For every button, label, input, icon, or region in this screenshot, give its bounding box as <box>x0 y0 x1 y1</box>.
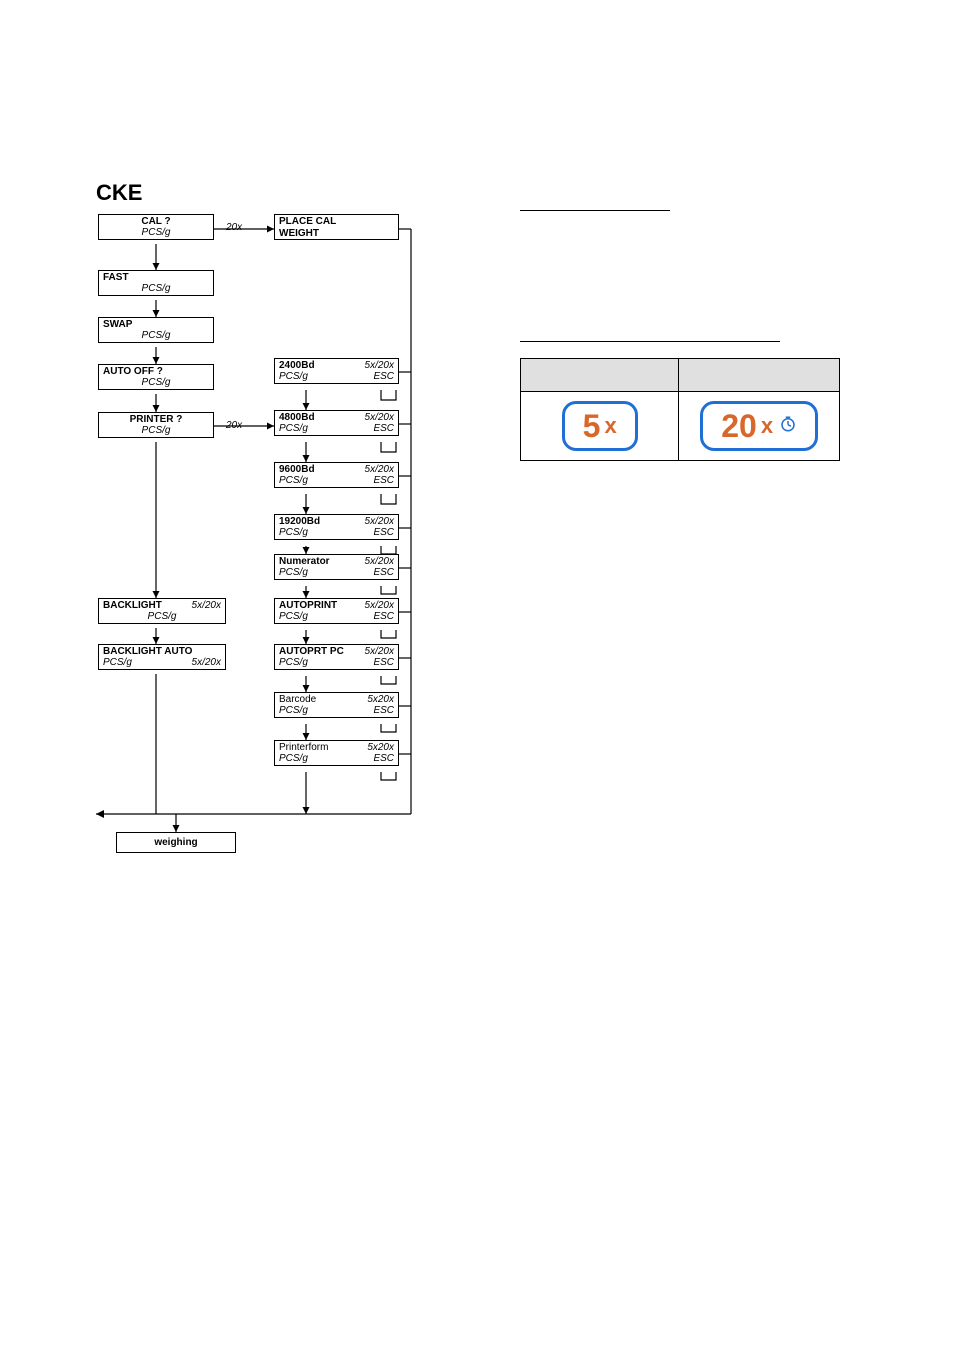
autooff-sub: PCS/g <box>103 377 209 388</box>
divider-1 <box>520 210 670 211</box>
backlightauto-sub-l: PCS/g <box>103 657 132 668</box>
node-cal: CAL ? PCS/g <box>98 214 214 240</box>
edge-20x-cal: 20x <box>226 222 242 233</box>
key-cell-20x: 20 x <box>679 392 840 461</box>
ap-sl: PCS/g <box>279 611 308 622</box>
apc-r: 5x/20x <box>365 646 394 657</box>
backlight-label: BACKLIGHT <box>103 600 162 611</box>
apc-l: AUTOPRT PC <box>279 646 344 657</box>
bc-sr: ESC <box>373 705 394 716</box>
num-r: 5x/20x <box>365 556 394 567</box>
node-autoprtpc: AUTOPRT PC 5x/20x PCS/g ESC <box>274 644 399 670</box>
pf-l: Printerform <box>279 742 328 753</box>
b96-r: 5x/20x <box>365 464 394 475</box>
key-20x-x: x <box>761 413 773 439</box>
edge-20x-printer: 20x <box>226 420 242 431</box>
node-2400bd: 2400Bd 5x/20x PCS/g ESC <box>274 358 399 384</box>
pf-sr: ESC <box>373 753 394 764</box>
autooff-label: AUTO OFF ? <box>103 366 163 377</box>
flowchart: CAL ? PCS/g 20x PLACE CAL WEIGHT FAST PC… <box>96 214 416 854</box>
node-4800bd: 4800Bd 5x/20x PCS/g ESC <box>274 410 399 436</box>
b24-l: 2400Bd <box>279 360 315 371</box>
node-autooff: AUTO OFF ? PCS/g <box>98 364 214 390</box>
node-printer: PRINTER ? PCS/g <box>98 412 214 438</box>
placecal-l2: WEIGHT <box>279 228 319 239</box>
weighing-label: weighing <box>154 837 197 848</box>
key-20x-button[interactable]: 20 x <box>700 401 818 451</box>
key-5x-num: 5 <box>583 410 601 442</box>
printer-sub: PCS/g <box>103 425 209 436</box>
b192-sr: ESC <box>373 527 394 538</box>
node-9600bd: 9600Bd 5x/20x PCS/g ESC <box>274 462 399 488</box>
num-sl: PCS/g <box>279 567 308 578</box>
b48-sr: ESC <box>373 423 394 434</box>
b192-sl: PCS/g <box>279 527 308 538</box>
b48-r: 5x/20x <box>365 412 394 423</box>
key-5x-button[interactable]: 5 x <box>562 401 638 451</box>
bc-sl: PCS/g <box>279 705 308 716</box>
b192-l: 19200Bd <box>279 516 320 527</box>
page-title: CKE <box>96 180 858 206</box>
node-fast: FAST PCS/g <box>98 270 214 296</box>
node-19200bd: 19200Bd 5x/20x PCS/g ESC <box>274 514 399 540</box>
placecal-l1: PLACE CAL <box>279 216 336 227</box>
node-autoprint: AUTOPRINT 5x/20x PCS/g ESC <box>274 598 399 624</box>
backlightauto-sub-r: 5x/20x <box>192 657 221 668</box>
node-swap: SWAP PCS/g <box>98 317 214 343</box>
node-backlight-auto: BACKLIGHT AUTO PCS/g 5x/20x <box>98 644 226 670</box>
apc-sr: ESC <box>373 657 394 668</box>
ap-l: AUTOPRINT <box>279 600 337 611</box>
fast-sub: PCS/g <box>103 283 209 294</box>
bc-r: 5x20x <box>367 694 394 705</box>
key-5x-x: x <box>604 413 616 439</box>
b48-l: 4800Bd <box>279 412 315 423</box>
clock-icon <box>779 415 797 438</box>
backlightauto-label: BACKLIGHT AUTO <box>103 646 192 657</box>
node-place-cal-weight: PLACE CAL WEIGHT <box>274 214 399 240</box>
swap-label: SWAP <box>103 319 132 330</box>
node-weighing: weighing <box>116 832 236 853</box>
b192-r: 5x/20x <box>365 516 394 527</box>
key-20x-num: 20 <box>721 410 757 442</box>
pf-r: 5x20x <box>367 742 394 753</box>
cal-label: CAL ? <box>103 216 209 227</box>
node-backlight: BACKLIGHT 5x/20x PCS/g <box>98 598 226 624</box>
apc-sl: PCS/g <box>279 657 308 668</box>
b96-sl: PCS/g <box>279 475 308 486</box>
backlight-sub: PCS/g <box>103 611 221 622</box>
num-sr: ESC <box>373 567 394 578</box>
fast-label: FAST <box>103 272 129 283</box>
key-table: 5 x 20 x <box>520 358 840 461</box>
cal-sub: PCS/g <box>103 227 209 238</box>
swap-sub: PCS/g <box>103 330 209 341</box>
key-header-5x <box>521 359 679 392</box>
printer-label: PRINTER ? <box>103 414 209 425</box>
key-cell-5x: 5 x <box>521 392 679 461</box>
node-numerator: Numerator 5x/20x PCS/g ESC <box>274 554 399 580</box>
b24-sr: ESC <box>373 371 394 382</box>
b48-sl: PCS/g <box>279 423 308 434</box>
pf-sl: PCS/g <box>279 753 308 764</box>
key-header-20x <box>679 359 840 392</box>
b96-sr: ESC <box>373 475 394 486</box>
b24-r: 5x/20x <box>365 360 394 371</box>
node-barcode: Barcode 5x20x PCS/g ESC <box>274 692 399 718</box>
b24-sl: PCS/g <box>279 371 308 382</box>
b96-l: 9600Bd <box>279 464 315 475</box>
right-column: 5 x 20 x <box>520 210 840 461</box>
backlight-right: 5x/20x <box>192 600 221 611</box>
ap-r: 5x/20x <box>365 600 394 611</box>
num-l: Numerator <box>279 556 330 567</box>
node-printerform: Printerform 5x20x PCS/g ESC <box>274 740 399 766</box>
ap-sr: ESC <box>373 611 394 622</box>
divider-2 <box>520 341 780 342</box>
bc-l: Barcode <box>279 694 316 705</box>
